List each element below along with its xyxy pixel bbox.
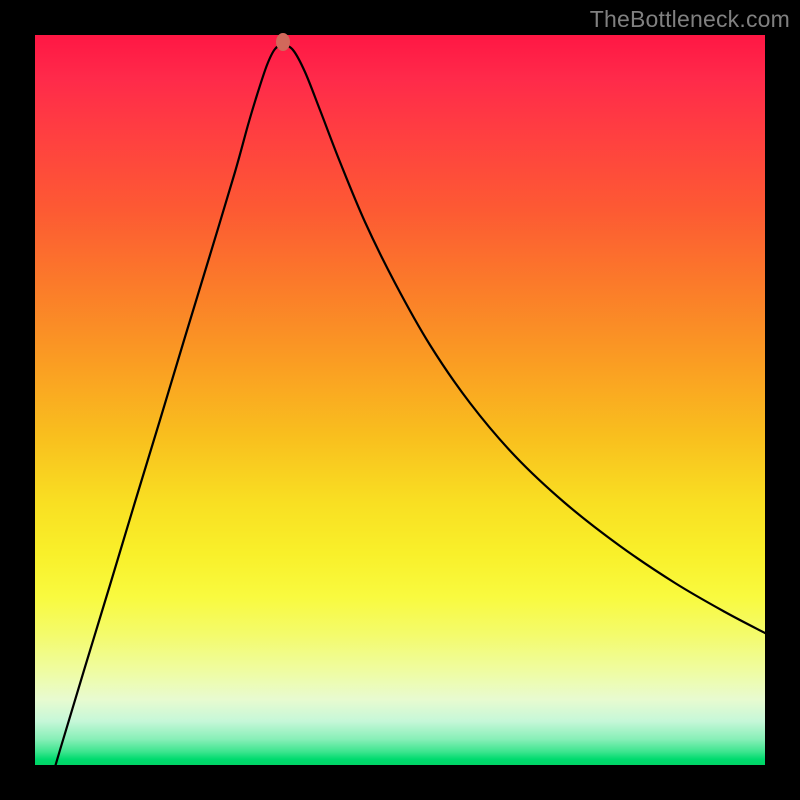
plot-area	[35, 35, 765, 765]
watermark-text: TheBottleneck.com	[590, 6, 790, 33]
curve-svg	[35, 35, 765, 765]
optimal-point-marker	[276, 33, 290, 51]
bottleneck-curve	[35, 45, 765, 800]
chart-frame: TheBottleneck.com	[0, 0, 800, 800]
